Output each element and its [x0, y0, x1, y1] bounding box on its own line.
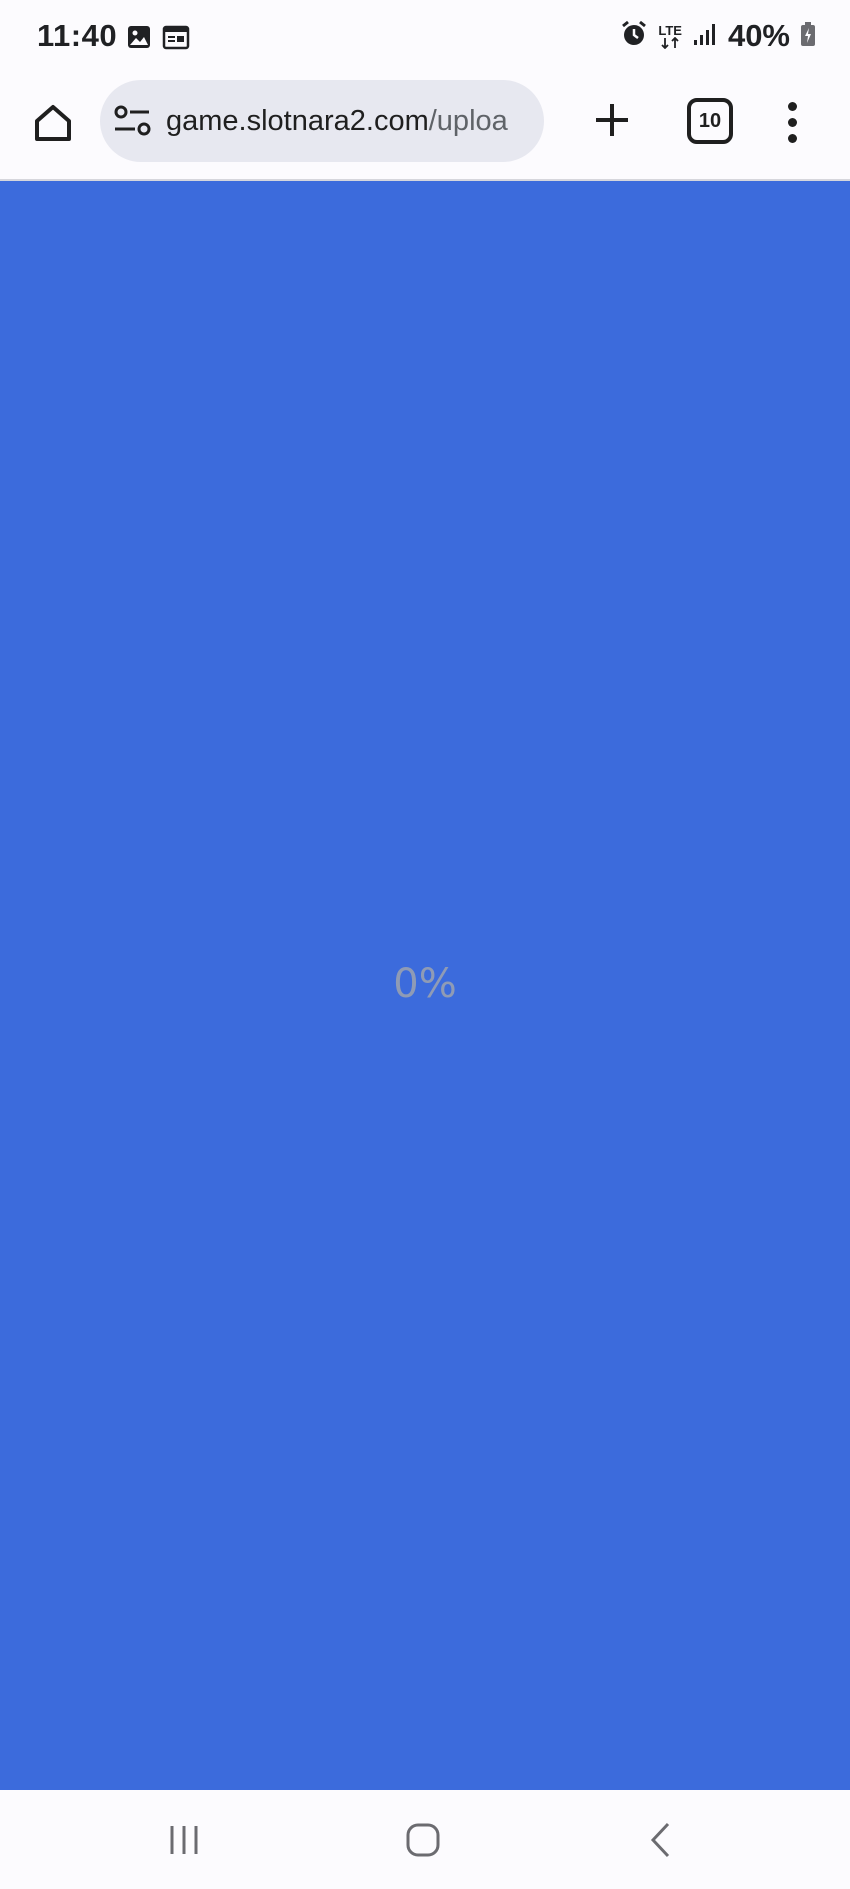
site-settings-icon[interactable]	[112, 100, 154, 142]
page-content: 0%	[0, 181, 850, 1790]
browser-toolbar: game.slotnara2.com/uploa 10	[0, 76, 850, 180]
alarm-icon	[620, 20, 648, 53]
more-vert-icon-dot	[787, 133, 797, 143]
status-system-icons: LTE 40%	[620, 18, 816, 54]
plus-icon	[596, 104, 628, 136]
nav-home-button[interactable]	[388, 1814, 458, 1866]
tab-switcher-button[interactable]: 10	[687, 98, 733, 144]
more-options-button[interactable]	[770, 92, 814, 152]
status-time: 11:40	[37, 18, 118, 53]
system-nav-bar	[0, 1790, 850, 1889]
battery-icon	[800, 21, 816, 52]
image-icon	[126, 24, 152, 55]
recents-button[interactable]	[150, 1814, 220, 1866]
home-button[interactable]	[22, 92, 84, 154]
status-bar: 11:40 LTE 40%	[0, 0, 850, 76]
back-icon	[650, 1822, 670, 1858]
url-path: /uploa	[428, 104, 508, 137]
home-circle-icon	[406, 1823, 440, 1857]
more-vert-icon	[787, 101, 797, 111]
status-notification-icons	[126, 24, 190, 55]
back-button[interactable]	[626, 1814, 696, 1866]
signal-icon	[692, 21, 718, 52]
home-icon	[35, 105, 71, 141]
calendar-icon	[162, 24, 190, 55]
loading-progress: 0%	[393, 961, 457, 1007]
url-host: game.slotnara2.com	[166, 104, 429, 137]
new-tab-button[interactable]	[582, 90, 642, 150]
address-bar[interactable]: game.slotnara2.com/uploa	[100, 80, 544, 162]
more-vert-icon-dot	[787, 117, 797, 127]
battery-percent: 40%	[727, 18, 790, 53]
recents-icon	[170, 1826, 198, 1854]
url-text[interactable]: game.slotnara2.com/uploa	[166, 105, 508, 138]
lte-icon: LTE	[658, 24, 682, 49]
lte-label: LTE	[658, 22, 682, 38]
